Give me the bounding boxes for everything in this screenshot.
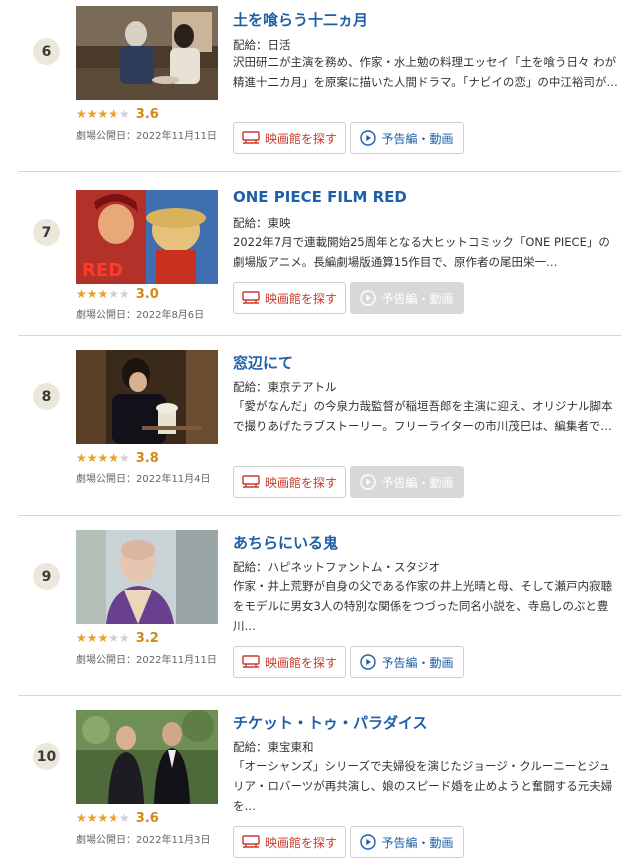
rank-badge: 6 [33, 38, 60, 65]
movie-description: 「愛がなんだ」の今泉力哉監督が稲垣吾郎を主演に迎え、オリジナル脚本で撮りあげたラ… [233, 399, 613, 433]
find-theater-button[interactable]: 映画館を探す [233, 122, 346, 154]
movie-description: 沢田研二が主演を務め、作家・水上勉の料理エッセイ「土を喰う日々 わが精進十二カ月… [233, 55, 618, 89]
movie-thumbnail[interactable] [76, 530, 218, 624]
trailer-label: 予告編・動画 [381, 291, 454, 306]
movie-thumbnail[interactable]: RED [76, 190, 218, 284]
movie-poster-image: RED [76, 190, 218, 284]
trailer-label: 予告編・動画 [381, 655, 454, 670]
poster-logo: RED [82, 260, 123, 281]
rating: ★★★★★★★★★★ 3.2 [76, 630, 159, 646]
release-date: 劇場公開日：2022年11月11日 [76, 655, 217, 666]
release-date: 劇場公開日：2022年11月3日 [76, 835, 211, 846]
find-theater-label: 映画館を探す [264, 655, 337, 670]
movie-item-6: 6 ★★★★★★★★★★ 3.6 劇場公開日：2022年11月11日 土を喰らう… [0, 0, 640, 180]
theater-seat-icon [242, 131, 260, 144]
star-icon: ★★★★★★★★★★ [76, 287, 130, 301]
play-circle-icon [360, 834, 377, 850]
trailer-button[interactable]: 予告編・動画 [350, 646, 464, 678]
movie-title[interactable]: あちらにいる鬼 [233, 532, 338, 553]
play-circle-icon [360, 130, 377, 146]
play-circle-icon [360, 474, 377, 490]
rating: ★★★★★★★★★★ 3.6 [76, 106, 159, 122]
rank-badge: 8 [33, 383, 60, 410]
rating-score: 3.2 [135, 630, 159, 646]
movie-thumbnail[interactable] [76, 350, 218, 444]
theater-seat-icon [242, 835, 260, 848]
find-theater-label: 映画館を探す [264, 835, 337, 850]
movie-still-image [76, 530, 218, 624]
trailer-label: 予告編・動画 [381, 131, 454, 146]
movie-title[interactable]: ONE PIECE FILM RED [233, 188, 407, 206]
movie-thumbnail[interactable] [76, 710, 218, 804]
star-icon: ★★★★★★★★★★ [76, 811, 130, 825]
rating-score: 3.6 [135, 106, 159, 122]
trailer-label: 予告編・動画 [381, 475, 454, 490]
theater-seat-icon [242, 475, 260, 488]
movie-title[interactable]: 窓辺にて [233, 352, 293, 373]
rank-badge: 10 [33, 743, 60, 770]
movie-item-9: 9 ★★★★★★★★★★ 3.2 劇場公開日：2022年11月11日 あちらにい… [0, 516, 640, 696]
find-theater-label: 映画館を探す [264, 475, 337, 490]
theater-seat-icon [242, 291, 260, 304]
rank-badge: 7 [33, 219, 60, 246]
movie-title[interactable]: 土を喰らう十二ヵ月 [233, 9, 368, 30]
distributor: 配給：東宝東和 [233, 740, 314, 754]
movie-thumbnail[interactable] [76, 6, 218, 100]
distributor: 配給：東映 [233, 216, 291, 230]
movie-still-image [76, 710, 218, 804]
release-date: 劇場公開日：2022年8月6日 [76, 310, 205, 321]
release-date: 劇場公開日：2022年11月4日 [76, 474, 211, 485]
find-theater-button[interactable]: 映画館を探す [233, 466, 346, 498]
distributor: 配給：日活 [233, 38, 291, 52]
movie-description: 「オーシャンズ」シリーズで夫婦役を演じたジョージ・クルーニーとジュリア・ロバーツ… [233, 759, 613, 813]
trailer-button: 予告編・動画 [350, 282, 464, 314]
trailer-button[interactable]: 予告編・動画 [350, 826, 464, 858]
movie-description: 作家・井上荒野が自身の父である作家の井上光晴と母、そして瀬戸内寂聴をモデルに男女… [233, 579, 613, 633]
find-theater-button[interactable]: 映画館を探す [233, 282, 346, 314]
rating: ★★★★★★★★★★ 3.8 [76, 450, 159, 466]
movie-item-7: 7 RED ★★★★★★★★★★ 3.0 劇場公開日：2022年8月6日 ONE… [0, 172, 640, 352]
rating-score: 3.6 [135, 810, 159, 826]
find-theater-label: 映画館を探す [264, 131, 337, 146]
rank-badge: 9 [33, 563, 60, 590]
distributor: 配給：ハピネットファントム・スタジオ [233, 560, 440, 574]
rating: ★★★★★★★★★★ 3.0 [76, 286, 159, 302]
find-theater-button[interactable]: 映画館を探す [233, 646, 346, 678]
rating-score: 3.0 [135, 286, 159, 302]
rating: ★★★★★★★★★★ 3.6 [76, 810, 159, 826]
star-icon: ★★★★★★★★★★ [76, 107, 130, 121]
rating-score: 3.8 [135, 450, 159, 466]
movie-still-image [76, 6, 218, 100]
find-theater-label: 映画館を探す [264, 291, 337, 306]
trailer-button: 予告編・動画 [350, 466, 464, 498]
trailer-label: 予告編・動画 [381, 835, 454, 850]
movie-still-image [76, 350, 218, 444]
play-circle-icon [360, 654, 377, 670]
movie-description: 2022年7月で連載開始25周年となる大ヒットコミック「ONE PIECE」の劇… [233, 235, 610, 269]
movie-item-8: 8 ★★★★★★★★★★ 3.8 劇場公開日：2022年11月4日 窓辺にて 配… [0, 336, 640, 516]
trailer-button[interactable]: 予告編・動画 [350, 122, 464, 154]
movie-item-10: 10 ★★★★★★★★★★ 3.6 劇場公開日：2022年11月3日 チケット・… [0, 696, 640, 863]
star-icon: ★★★★★★★★★★ [76, 451, 130, 465]
distributor: 配給：東京テアトル [233, 380, 337, 394]
release-date: 劇場公開日：2022年11月11日 [76, 131, 217, 142]
find-theater-button[interactable]: 映画館を探す [233, 826, 346, 858]
play-circle-icon [360, 290, 377, 306]
theater-seat-icon [242, 655, 260, 668]
star-icon: ★★★★★★★★★★ [76, 631, 130, 645]
movie-title[interactable]: チケット・トゥ・パラダイス [233, 712, 428, 733]
